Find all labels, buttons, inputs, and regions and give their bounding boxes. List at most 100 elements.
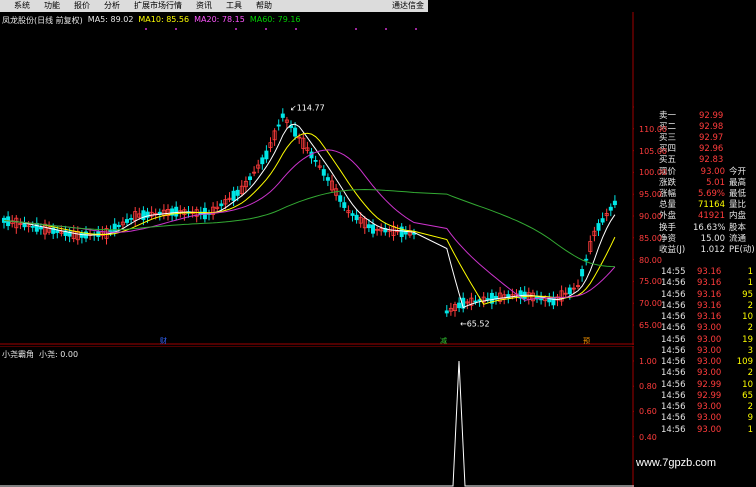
candle-body [264, 150, 269, 160]
quote-label-2: 最低 [729, 189, 747, 200]
candle-body [366, 224, 371, 229]
quote-label-2: 内盘 [729, 211, 747, 222]
candle-body [174, 206, 179, 217]
signal-dot [295, 28, 297, 30]
menu-item-2[interactable]: 报价 [67, 0, 97, 12]
tick-time: 14:56 [661, 323, 686, 334]
order-price: 92.83 [699, 155, 724, 165]
kline-chart[interactable]: ↙114.77 ←65.52 财 减 预 [0, 12, 634, 345]
tick-price: 93.16 [697, 312, 722, 322]
order-price: 92.99 [699, 111, 724, 121]
tick-time: 14:56 [661, 357, 686, 367]
signal-dot [235, 28, 237, 30]
tick-price: 93.00 [697, 357, 722, 367]
menu-item-7[interactable]: 帮助 [249, 0, 279, 12]
quote-value: 5.69% [697, 189, 725, 200]
tick-row: 14:56 93.00 1 [661, 425, 756, 436]
y-axis-label: 65.00 [639, 321, 662, 330]
order-book-row: 买五 92.83 [657, 155, 756, 166]
quote-label-2: 最高 [729, 178, 747, 189]
menu-item-4[interactable]: 扩展市场行情 [127, 0, 189, 12]
menu-item-3[interactable]: 分析 [97, 0, 127, 12]
tick-volume: 2 [747, 323, 753, 334]
tick-time: 14:56 [661, 278, 686, 289]
tick-volume: 2 [747, 368, 753, 379]
tick-volume: 1 [747, 424, 753, 435]
tick-volume: 3 [747, 345, 753, 356]
order-book-row: 卖一 92.99 [657, 111, 756, 122]
event-marker: 减 [440, 336, 447, 345]
signal-dot [355, 28, 357, 30]
tick-time: 14:56 [661, 300, 686, 311]
y-axis-label: 70.00 [639, 299, 662, 309]
tick-price: 92.99 [697, 379, 722, 390]
menu-item-6[interactable]: 工具 [219, 0, 249, 12]
candle-body [325, 177, 330, 181]
candle-body [30, 225, 35, 228]
quote-value: 5.01 [706, 178, 725, 189]
tick-price: 93.00 [697, 368, 722, 379]
tick-volume: 109 [736, 357, 753, 367]
quote-row: 涨跌 5.01 最高 [657, 178, 756, 189]
candle-body [608, 206, 613, 211]
tick-time: 14:56 [661, 289, 686, 300]
tick-time: 14:56 [661, 402, 686, 412]
sub-chart-legend: 小尧霸角 小尧: 0.00 [2, 349, 78, 360]
order-book-row: 买三 92.97 [657, 133, 756, 144]
window-title: 通达信金 [392, 1, 424, 10]
candle-body [350, 213, 355, 216]
signal-dot [385, 28, 387, 30]
candle-body [600, 218, 605, 223]
order-label: 买三 [659, 133, 677, 143]
menu-bar: 系统 功能 报价 分析 扩展市场行情 资讯 工具 帮助 通达信金 [0, 0, 428, 12]
candle-body [280, 113, 285, 118]
tick-price: 93.00 [697, 323, 722, 334]
quote-row: 涨幅 5.69% 最低 [657, 189, 756, 200]
tick-time: 14:56 [661, 312, 686, 322]
sub-indicator-value: 小尧: 0.00 [39, 350, 79, 359]
candle-body [38, 227, 43, 230]
menu-item-0[interactable]: 系统 [0, 0, 37, 12]
tick-row: 14:56 92.99 10 [661, 380, 756, 391]
candle-body [247, 176, 252, 181]
menu-item-5[interactable]: 资讯 [189, 0, 219, 12]
quote-row: 换手 16.63% 股本 [657, 223, 756, 234]
menu-item-1[interactable]: 功能 [37, 0, 67, 12]
quote-label-2: PE(动) [729, 244, 755, 255]
tick-row: 14:56 93.16 95 [661, 290, 756, 301]
indicator-chart[interactable] [0, 346, 634, 487]
order-book-row: 买四 92.96 [657, 144, 756, 155]
candle-body [612, 200, 617, 206]
sub-y-axis-label: 0.80 [639, 382, 657, 392]
candle-body [321, 169, 326, 176]
quote-value: 16.63% [693, 222, 726, 233]
y-axis-label: 85.00 [639, 233, 662, 243]
tick-row: 14:56 93.16 2 [661, 301, 756, 312]
order-price: 92.98 [699, 122, 724, 132]
candle-body [231, 190, 236, 201]
y-axis-label: 95.00 [639, 190, 662, 200]
tick-price: 93.16 [697, 300, 722, 311]
candle-body [338, 195, 343, 202]
tick-price: 93.00 [697, 402, 722, 412]
quote-row: 收益(J) 1.012 PE(动) [657, 245, 756, 256]
tick-volume: 19 [742, 334, 753, 345]
tick-price: 93.00 [697, 413, 722, 424]
signal-dot [145, 28, 147, 30]
tick-volume: 10 [742, 312, 753, 322]
tick-volume: 1 [747, 278, 753, 289]
candle-body [116, 224, 121, 228]
tick-volume: 65 [742, 390, 753, 401]
candle-body [55, 230, 60, 233]
tick-volume: 1 [747, 267, 753, 277]
y-axis-label: 90.00 [639, 212, 662, 221]
tick-volume: 95 [742, 289, 753, 300]
order-book-row: 买二 92.98 [657, 122, 756, 133]
y-axis-label: 110.00 [639, 124, 667, 134]
candle-body [235, 189, 240, 196]
tick-row: 14:56 93.00 3 [661, 346, 756, 357]
tick-row: 14:56 93.16 10 [661, 312, 756, 323]
tick-time: 14:56 [661, 379, 686, 390]
candle-body [313, 160, 318, 162]
tick-volume: 2 [747, 300, 753, 311]
